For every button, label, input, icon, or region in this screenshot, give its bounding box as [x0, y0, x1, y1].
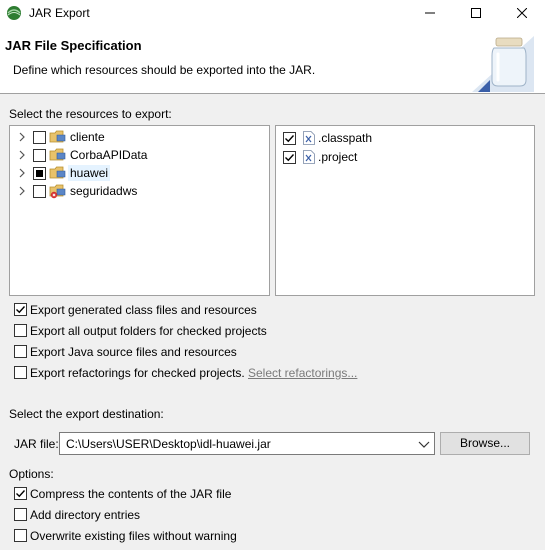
- jar-file-combo[interactable]: C:\Users\USER\Desktop\idl-huawei.jar: [59, 432, 435, 455]
- check-icon: [285, 135, 295, 143]
- file-item-classpath[interactable]: .classpath: [276, 129, 534, 147]
- maximize-button[interactable]: [453, 0, 499, 26]
- file-checkbox[interactable]: [283, 151, 296, 164]
- tree-item-seguridadws[interactable]: seguridadws: [10, 182, 269, 200]
- chevron-right-icon[interactable]: [17, 149, 27, 161]
- export-source-files-checkbox[interactable]: [14, 345, 27, 358]
- overwrite-checkbox[interactable]: [14, 529, 27, 542]
- export-class-files-label: Export generated class files and resourc…: [30, 303, 257, 317]
- export-refactorings-label: Export refactorings for checked projects…: [30, 366, 245, 380]
- tree-item-label: CorbaAPIData: [70, 148, 148, 162]
- export-source-files-label: Export Java source files and resources: [30, 345, 237, 359]
- file-item-project[interactable]: .project: [276, 148, 534, 166]
- project-folder-icon: [49, 148, 66, 161]
- xml-file-icon: [303, 131, 315, 145]
- check-icon: [16, 306, 26, 314]
- tree-checkbox[interactable]: [33, 131, 46, 144]
- project-tree[interactable]: cliente CorbaAPIData huawei seguridadws: [9, 125, 270, 296]
- tree-item-corbaapidata[interactable]: CorbaAPIData: [10, 146, 269, 164]
- jar-icon: [472, 36, 534, 92]
- wizard-banner: JAR File Specification Define which reso…: [0, 26, 545, 94]
- page-description: Define which resources should be exporte…: [13, 63, 316, 77]
- chevron-down-icon[interactable]: [418, 439, 430, 449]
- project-folder-icon: [49, 130, 66, 143]
- options-label: Options:: [9, 467, 54, 481]
- check-icon: [16, 490, 26, 498]
- page-title: JAR File Specification: [5, 38, 142, 53]
- export-class-files-checkbox[interactable]: [14, 303, 27, 316]
- file-label: .classpath: [318, 131, 373, 145]
- minimize-icon: [425, 12, 435, 14]
- close-button[interactable]: [499, 0, 545, 26]
- tree-checkbox[interactable]: [33, 185, 46, 198]
- compress-checkbox[interactable]: [14, 487, 27, 500]
- minimize-button[interactable]: [407, 0, 453, 26]
- xml-file-icon: [303, 150, 315, 164]
- tree-item-huawei[interactable]: huawei: [10, 164, 269, 182]
- jar-file-label: JAR file:: [14, 437, 59, 451]
- destination-label: Select the export destination:: [9, 407, 164, 421]
- maximize-icon: [471, 8, 481, 18]
- export-output-folders-checkbox[interactable]: [14, 324, 27, 337]
- tree-item-cliente[interactable]: cliente: [10, 128, 269, 146]
- file-checkbox[interactable]: [283, 132, 296, 145]
- tree-checkbox-partial[interactable]: [33, 167, 46, 180]
- select-refactorings-link[interactable]: Select refactorings...: [248, 366, 357, 380]
- title-bar: JAR Export: [0, 0, 545, 26]
- close-icon: [517, 8, 527, 18]
- tree-item-label: huawei: [68, 165, 111, 181]
- file-list[interactable]: .classpath .project: [275, 125, 535, 296]
- compress-label: Compress the contents of the JAR file: [30, 487, 232, 501]
- tree-item-label: cliente: [70, 130, 105, 144]
- file-label: .project: [318, 150, 358, 164]
- check-icon: [285, 154, 295, 162]
- browse-button[interactable]: Browse...: [440, 432, 530, 455]
- directory-entries-label: Add directory entries: [30, 508, 141, 522]
- directory-entries-checkbox[interactable]: [14, 508, 27, 521]
- overwrite-label: Overwrite existing files without warning: [30, 529, 237, 543]
- resources-label: Select the resources to export:: [9, 107, 172, 121]
- export-refactorings-checkbox[interactable]: [14, 366, 27, 379]
- eclipse-icon: [7, 6, 21, 20]
- chevron-right-icon[interactable]: [17, 167, 27, 179]
- export-output-folders-label: Export all output folders for checked pr…: [30, 324, 267, 338]
- chevron-right-icon[interactable]: [17, 185, 27, 197]
- tree-checkbox[interactable]: [33, 149, 46, 162]
- tree-item-label: seguridadws: [70, 184, 138, 198]
- project-folder-icon: [49, 166, 66, 179]
- window-title: JAR Export: [29, 6, 90, 20]
- jar-file-value: C:\Users\USER\Desktop\idl-huawei.jar: [66, 437, 271, 451]
- chevron-right-icon[interactable]: [17, 131, 27, 143]
- project-folder-error-icon: [49, 184, 66, 199]
